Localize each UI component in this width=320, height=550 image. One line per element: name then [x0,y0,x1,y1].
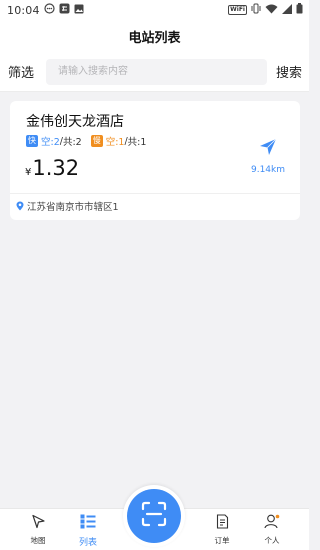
status-time: 10:04 [7,3,40,17]
vibrate-icon [251,3,261,17]
nav-label-profile: 个人 [264,536,280,545]
slow-total-count: 共:1 [127,137,147,148]
app-icon [59,3,70,17]
search-input[interactable] [46,58,267,85]
station-card[interactable]: 金伟创天龙酒店 快 空:2 / 共:2 慢 空:1 / 共:1 ¥ 1.32 9… [10,101,300,220]
filter-button[interactable]: 筛选 [8,62,38,81]
fast-ports: 快 空:2 / 共:2 [26,134,82,148]
location-pin-icon [16,201,24,211]
station-distance: 9.14km [250,165,286,175]
nav-label-list: 列表 [78,538,97,548]
header: 电站列表 [0,20,309,52]
station-price: ¥ 1.32 [25,156,79,180]
search-button[interactable]: 搜索 [276,62,302,81]
status-bar: 10:04 WiFi [0,0,309,20]
station-address: 江苏省南京市市辖区1 [27,202,119,213]
price-value: 1.32 [32,156,80,180]
image-icon [74,4,84,17]
list-icon [80,514,96,533]
navigate-button[interactable]: 9.14km [248,137,288,177]
slow-ports: 慢 空:1 / 共:1 [90,134,147,148]
slow-free-count: 空:1 [105,137,125,148]
nav-item-list[interactable]: 列表 [68,514,108,548]
card-divider [10,193,300,194]
scan-icon [141,501,167,531]
nav-label-map: 地图 [30,536,46,545]
nav-item-profile[interactable]: 个人 [252,514,292,546]
scan-button-ring [123,485,185,547]
station-name: 金伟创天龙酒店 [26,114,124,130]
wifi-badge: WiFi [228,5,247,15]
fast-free-count: 空:2 [41,137,60,148]
order-icon [215,514,230,533]
notification-icon [44,3,55,17]
search-bar: 筛选 搜索 [0,52,309,92]
nav-item-map[interactable]: 地图 [18,514,58,546]
signal-icon [282,3,292,17]
wifi-icon [265,4,278,17]
scan-button[interactable] [127,489,181,543]
page-title: 电站列表 [128,30,181,46]
currency-symbol: ¥ [25,167,32,178]
nav-label-orders: 订单 [214,536,230,545]
port-availability: 快 空:2 / 共:2 慢 空:1 / 共:1 [26,134,155,148]
nav-item-orders[interactable]: 订单 [202,514,242,546]
station-address-row: 江苏省南京市市辖区1 [16,199,119,213]
person-icon [264,514,280,533]
fast-total-count: 共:2 [62,137,82,148]
navigation-arrow-icon [258,137,278,161]
fast-charge-tag: 快 [26,135,38,147]
map-arrow-icon [31,514,46,533]
battery-icon [296,3,303,17]
slow-charge-tag: 慢 [90,135,103,147]
